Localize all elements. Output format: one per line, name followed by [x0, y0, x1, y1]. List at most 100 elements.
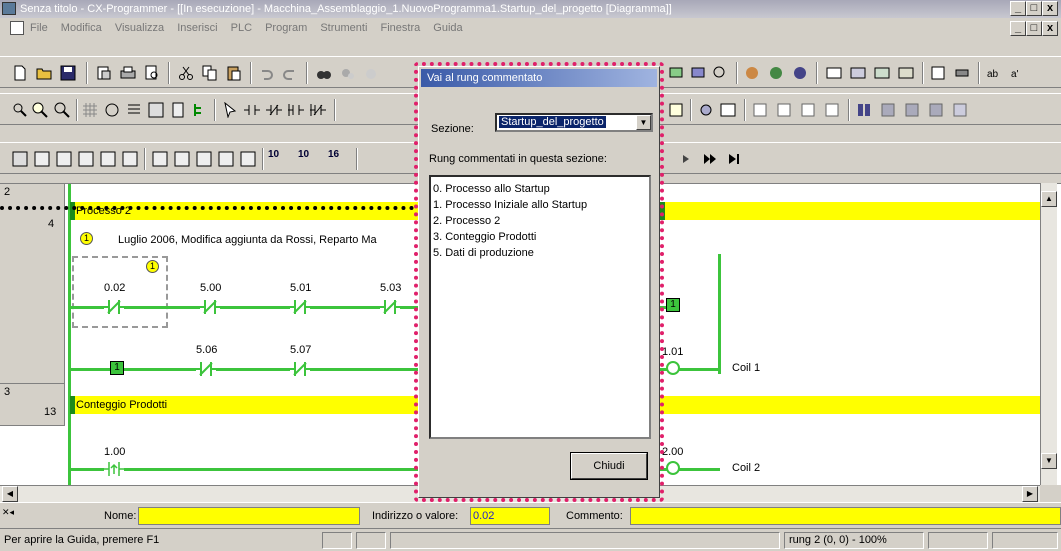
minimize-button[interactable]: _ — [1010, 1, 1026, 16]
force-on-icon[interactable] — [752, 102, 768, 118]
differential-icon[interactable] — [880, 102, 896, 118]
local-symbols-icon[interactable] — [174, 151, 190, 167]
nc-contact[interactable] — [196, 362, 216, 376]
copy-icon[interactable] — [202, 65, 218, 81]
contact-annotation-marker[interactable]: 1 — [146, 260, 159, 273]
contact-no-icon[interactable] — [244, 102, 260, 118]
next-step-icon[interactable] — [680, 151, 696, 167]
nc-contact[interactable] — [290, 300, 310, 314]
doc-minimize-button[interactable]: _ — [1010, 21, 1026, 36]
zoom-icon[interactable] — [12, 102, 28, 118]
fast-forward-icon[interactable] — [702, 151, 718, 167]
new-file-icon[interactable] — [12, 65, 28, 81]
comment-icon[interactable]: a' — [1010, 65, 1026, 81]
nc-contact[interactable] — [104, 300, 124, 314]
replace-icon[interactable] — [340, 65, 356, 81]
scroll-right-icon[interactable]: ▶ — [1022, 486, 1038, 502]
set-icon[interactable] — [904, 102, 920, 118]
close-button[interactable]: x — [1042, 1, 1058, 16]
symbol-icon[interactable]: ab — [986, 65, 1002, 81]
tree-icon[interactable] — [192, 102, 208, 118]
io-table-icon[interactable] — [930, 65, 946, 81]
hex-10-button[interactable]: 10 — [268, 149, 279, 160]
force-cancel-all-icon[interactable] — [824, 102, 840, 118]
paste-icon[interactable] — [226, 65, 242, 81]
cross-ref-icon[interactable] — [122, 151, 138, 167]
comment-field[interactable] — [630, 507, 1061, 525]
annotation-marker[interactable]: 1 — [80, 232, 93, 245]
nc-contact[interactable] — [200, 300, 220, 314]
list-icon[interactable] — [126, 102, 142, 118]
open-folder-icon[interactable] — [36, 65, 52, 81]
menu-plc[interactable]: PLC — [231, 22, 252, 34]
vertical-scrollbar[interactable]: ▲ ▼ — [1040, 183, 1057, 485]
menu-modifica[interactable]: Modifica — [61, 22, 102, 34]
scroll-left-icon[interactable]: ◀ — [2, 486, 18, 502]
monitor-mode-icon[interactable] — [792, 65, 808, 81]
cut-icon[interactable] — [178, 65, 194, 81]
save-icon[interactable] — [60, 65, 76, 81]
transfer-icon[interactable] — [690, 65, 706, 81]
memory-icon[interactable] — [954, 65, 970, 81]
watch-window-icon[interactable] — [56, 151, 72, 167]
doc-restore-button[interactable]: □ — [1026, 21, 1042, 36]
section-select[interactable]: Startup_del_progetto ▼ — [495, 113, 653, 132]
scroll-down-icon[interactable]: ▼ — [1041, 453, 1057, 469]
address-ref-icon[interactable] — [78, 151, 94, 167]
doc-close-button[interactable]: x — [1042, 21, 1058, 36]
reset-icon[interactable] — [928, 102, 944, 118]
output-window-icon[interactable] — [34, 151, 50, 167]
find-icon[interactable] — [316, 65, 332, 81]
debug-mode-icon[interactable] — [768, 65, 784, 81]
list-item[interactable]: 0. Processo allo Startup — [433, 181, 647, 197]
bus-bar-icon[interactable] — [170, 102, 186, 118]
menu-inserisci[interactable]: Inserisci — [177, 22, 217, 34]
ladder-view-icon[interactable] — [826, 65, 842, 81]
properties-icon[interactable] — [100, 151, 116, 167]
menu-guida[interactable]: Guida — [433, 22, 462, 34]
list-item[interactable]: 1. Processo Iniziale allo Startup — [433, 197, 647, 213]
close-dialog-button[interactable]: Chiudi — [570, 452, 648, 480]
program-mode-icon[interactable] — [744, 65, 760, 81]
menu-visualizza[interactable]: Visualizza — [115, 22, 164, 34]
hex-16-button[interactable]: 16 — [328, 149, 339, 160]
name-field[interactable] — [138, 507, 360, 525]
list-item[interactable]: 2. Processo 2 — [433, 213, 647, 229]
scroll-up-icon[interactable]: ▲ — [1041, 191, 1057, 207]
select-mode-icon[interactable] — [222, 102, 238, 118]
or-contact-icon[interactable] — [288, 102, 304, 118]
menu-program[interactable]: Program — [265, 22, 307, 34]
rising-edge-contact[interactable] — [104, 462, 124, 476]
undo-icon[interactable] — [258, 65, 274, 81]
menu-finestra[interactable]: Finestra — [380, 22, 420, 34]
io-comment-icon[interactable] — [196, 151, 212, 167]
project-tree-icon[interactable] — [12, 151, 28, 167]
project-icon[interactable] — [96, 65, 112, 81]
output-coil[interactable] — [666, 461, 680, 475]
contact-nc-icon[interactable] — [266, 102, 282, 118]
set-value-icon[interactable] — [856, 102, 872, 118]
print-icon[interactable] — [120, 65, 136, 81]
table-icon[interactable] — [240, 151, 256, 167]
grid-icon[interactable] — [82, 102, 98, 118]
memory-window-icon[interactable] — [218, 151, 234, 167]
grid-view-icon[interactable] — [874, 65, 890, 81]
compare-icon[interactable] — [712, 65, 728, 81]
nc-contact[interactable] — [380, 300, 400, 314]
menu-strumenti[interactable]: Strumenti — [320, 22, 367, 34]
restore-button[interactable]: □ — [1026, 1, 1042, 16]
output-box[interactable]: 1 — [666, 298, 680, 312]
go-to-end-icon[interactable] — [726, 151, 742, 167]
list-item[interactable]: 3. Conteggio Prodotti — [433, 229, 647, 245]
settings-icon[interactable] — [698, 102, 714, 118]
output-coil[interactable] — [666, 361, 680, 375]
table-view-icon[interactable] — [850, 65, 866, 81]
checkbox-icon[interactable] — [952, 102, 968, 118]
close-pane-icon[interactable]: ✕◂ — [2, 507, 42, 523]
dec-10-button[interactable]: 10 — [298, 149, 309, 160]
force-off-icon[interactable] — [776, 102, 792, 118]
split-view-icon[interactable] — [898, 65, 914, 81]
list-item[interactable]: 5. Dati di produzione — [433, 245, 647, 261]
redo-icon[interactable] — [282, 65, 298, 81]
zoom-out-icon[interactable] — [54, 102, 70, 118]
